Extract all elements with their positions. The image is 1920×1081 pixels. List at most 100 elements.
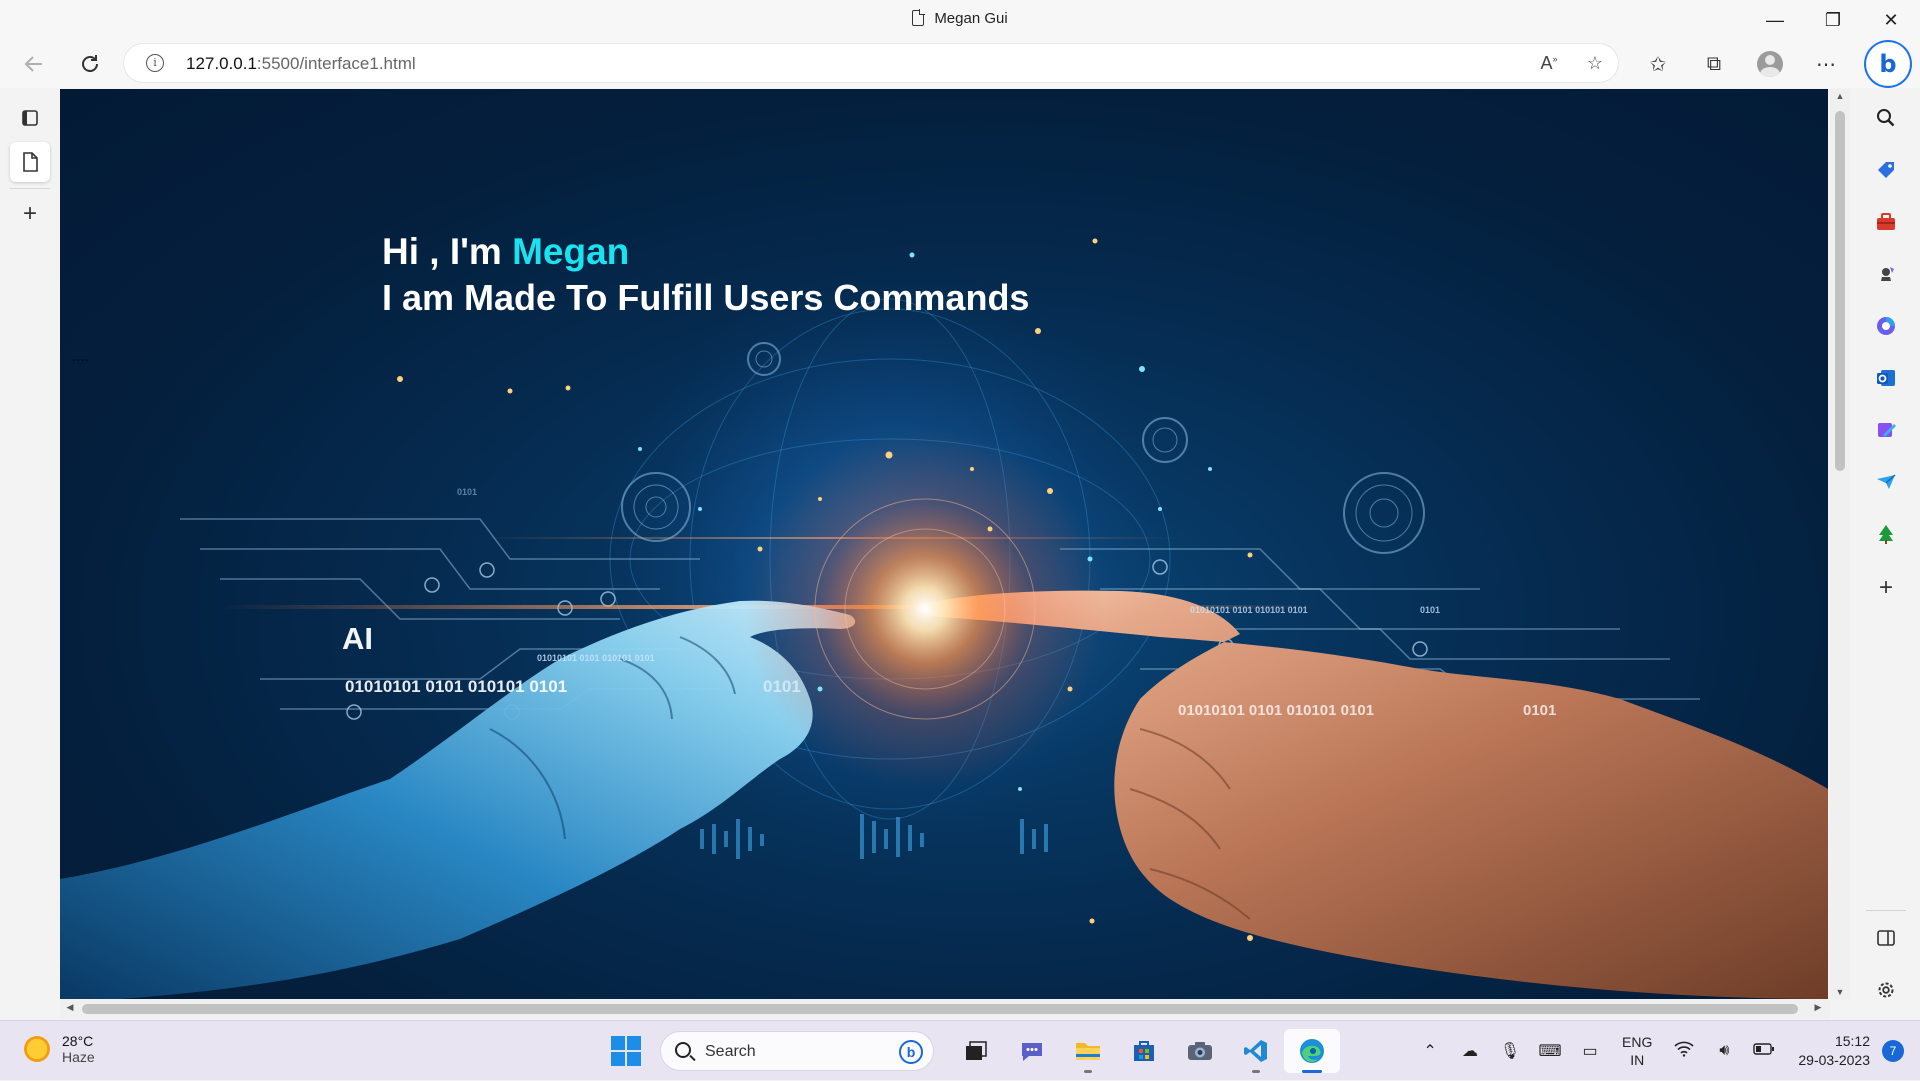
- vertical-scroll-thumb[interactable]: [1835, 111, 1845, 471]
- close-button[interactable]: ✕: [1862, 0, 1920, 40]
- volume-icon[interactable]: 🔊︎: [1704, 1042, 1744, 1060]
- touch-glow: [745, 429, 1105, 789]
- split-screen-icon[interactable]: [1866, 918, 1906, 958]
- vscode-button[interactable]: [1228, 1029, 1284, 1073]
- url-host: 127.0.0.1: [186, 54, 257, 73]
- plus-icon: +: [22, 200, 37, 227]
- bing-icon[interactable]: b: [899, 1040, 923, 1064]
- back-button[interactable]: [18, 48, 50, 80]
- scroll-up-arrow-icon[interactable]: ▲: [1830, 91, 1850, 101]
- add-favorite-icon[interactable]: ☆: [1572, 53, 1618, 74]
- tab-actions-icon[interactable]: [10, 98, 50, 138]
- taskbar: 28°C Haze Search b ⌃ ☁ 🎙︎ ⌨ ▭ ENG IN 🔊︎ …: [0, 1020, 1920, 1080]
- window-title: Megan Gui: [0, 9, 1920, 27]
- battery-icon[interactable]: [1744, 1042, 1784, 1060]
- toolbox-glyph: [1877, 213, 1895, 230]
- reload-button[interactable]: [74, 48, 106, 80]
- read-aloud-icon[interactable]: A»: [1526, 53, 1572, 74]
- games-icon[interactable]: [1866, 254, 1906, 294]
- binary-tiny-a: 0101: [1420, 605, 1441, 615]
- wifi-icon[interactable]: [1664, 1041, 1704, 1062]
- info-icon[interactable]: i: [146, 54, 164, 72]
- onedrive-icon[interactable]: ☁: [1450, 1041, 1490, 1061]
- profile-icon: [1757, 51, 1783, 77]
- address-bar[interactable]: i 127.0.0.1:5500/interface1.html A» ☆: [124, 44, 1618, 82]
- profile-button[interactable]: [1742, 51, 1798, 77]
- gear-icon: [1878, 982, 1894, 998]
- clock[interactable]: 15:12 29-03-2023: [1798, 1032, 1870, 1070]
- running-indicator: [1252, 1070, 1260, 1073]
- clock-date: 29-03-2023: [1798, 1052, 1870, 1068]
- store-icon: [1134, 1041, 1154, 1061]
- outlook-glyph: [1877, 370, 1895, 386]
- store-button[interactable]: [1116, 1029, 1172, 1073]
- windows-logo-tile: [611, 1052, 625, 1066]
- tools-icon[interactable]: [1866, 202, 1906, 242]
- binary-row-right: 01010101 0101 010101 0101: [1178, 702, 1375, 719]
- file-explorer-button[interactable]: [1060, 1029, 1116, 1073]
- restore-button[interactable]: ❐: [1804, 0, 1862, 40]
- panel-glyph: [1877, 930, 1895, 946]
- keyboard-icon[interactable]: ⌨: [1530, 1041, 1570, 1061]
- tab-actions-glyph: [22, 110, 38, 126]
- search-icon: [675, 1042, 691, 1058]
- add-icon[interactable]: +: [1866, 568, 1906, 608]
- shopping-tag-icon[interactable]: [1866, 150, 1906, 190]
- language-indicator[interactable]: ENG IN: [1622, 1033, 1652, 1069]
- binary-tiny-b: 0101: [457, 487, 478, 497]
- notification-badge[interactable]: 7: [1882, 1040, 1904, 1062]
- more-icon[interactable]: ⋯: [1798, 52, 1854, 77]
- touchpad-icon[interactable]: ▭: [1570, 1041, 1610, 1061]
- horizontal-scroll-thumb[interactable]: [82, 1004, 1798, 1014]
- battery-glyph: [1753, 1043, 1775, 1055]
- binary-small-right: 01010101 0101 010101 0101: [1190, 605, 1308, 615]
- windows-logo-tile: [611, 1036, 625, 1050]
- task-view-button[interactable]: [948, 1029, 1004, 1073]
- taskbar-search-label: Search: [705, 1043, 756, 1060]
- shopping-tag-glyph: [1878, 162, 1894, 178]
- clock-time: 15:12: [1834, 1033, 1870, 1049]
- teams-chat-button[interactable]: [1004, 1029, 1060, 1073]
- tree-icon[interactable]: [1866, 514, 1906, 554]
- collections-icon[interactable]: ⧉: [1686, 53, 1742, 76]
- settings-icon[interactable]: [1866, 970, 1906, 1010]
- search-icon[interactable]: [1866, 98, 1906, 138]
- running-indicator: [1302, 1070, 1322, 1073]
- send-icon[interactable]: [1866, 462, 1906, 502]
- minimize-button[interactable]: —: [1746, 0, 1804, 40]
- bing-icon[interactable]: b: [1866, 42, 1910, 86]
- new-tab-button[interactable]: +: [10, 194, 50, 234]
- tab-megan-gui[interactable]: [10, 142, 50, 182]
- edge-sidebar: +: [1852, 88, 1920, 1020]
- scroll-down-arrow-icon[interactable]: ▼: [1830, 987, 1850, 997]
- scroll-left-arrow-icon[interactable]: ◀: [62, 1002, 78, 1013]
- window-controls: — ❐ ✕: [1746, 0, 1920, 40]
- horizontal-scrollbar[interactable]: ◀ ▶: [60, 999, 1830, 1019]
- url-text[interactable]: 127.0.0.1:5500/interface1.html: [186, 54, 416, 74]
- search-glyph: [1877, 109, 1895, 127]
- chess-glyph: [1881, 267, 1894, 281]
- binary-row-mid: 0101: [763, 677, 801, 696]
- vertical-scrollbar[interactable]: ▲ ▼: [1830, 89, 1850, 999]
- toolbar-icons: ✩ ⧉ ⋯: [1630, 44, 1854, 84]
- scroll-right-arrow-icon[interactable]: ▶: [1810, 1002, 1826, 1013]
- favorites-icon[interactable]: ✩: [1630, 52, 1686, 77]
- vscode-icon: [1244, 1040, 1267, 1062]
- url-path: :5500/interface1.html: [256, 54, 416, 73]
- taskbar-search[interactable]: Search b: [660, 1031, 934, 1071]
- edge-button[interactable]: [1284, 1029, 1340, 1073]
- outlook-icon[interactable]: [1866, 358, 1906, 398]
- sidebar-divider: [1866, 910, 1906, 911]
- send-glyph: [1877, 474, 1896, 489]
- office-icon[interactable]: [1866, 306, 1906, 346]
- chat-icon: [1022, 1043, 1042, 1061]
- chevron-up-icon[interactable]: ⌃: [1410, 1041, 1450, 1061]
- start-button[interactable]: [604, 1029, 648, 1073]
- weather-description: Haze: [62, 1049, 95, 1065]
- weather-widget[interactable]: 28°C Haze: [24, 1033, 95, 1065]
- document-icon: [912, 9, 926, 26]
- designer-icon[interactable]: [1866, 410, 1906, 450]
- camera-button[interactable]: [1172, 1029, 1228, 1073]
- microphone-icon[interactable]: 🎙︎: [1490, 1041, 1530, 1061]
- weather-temperature: 28°C: [62, 1033, 94, 1049]
